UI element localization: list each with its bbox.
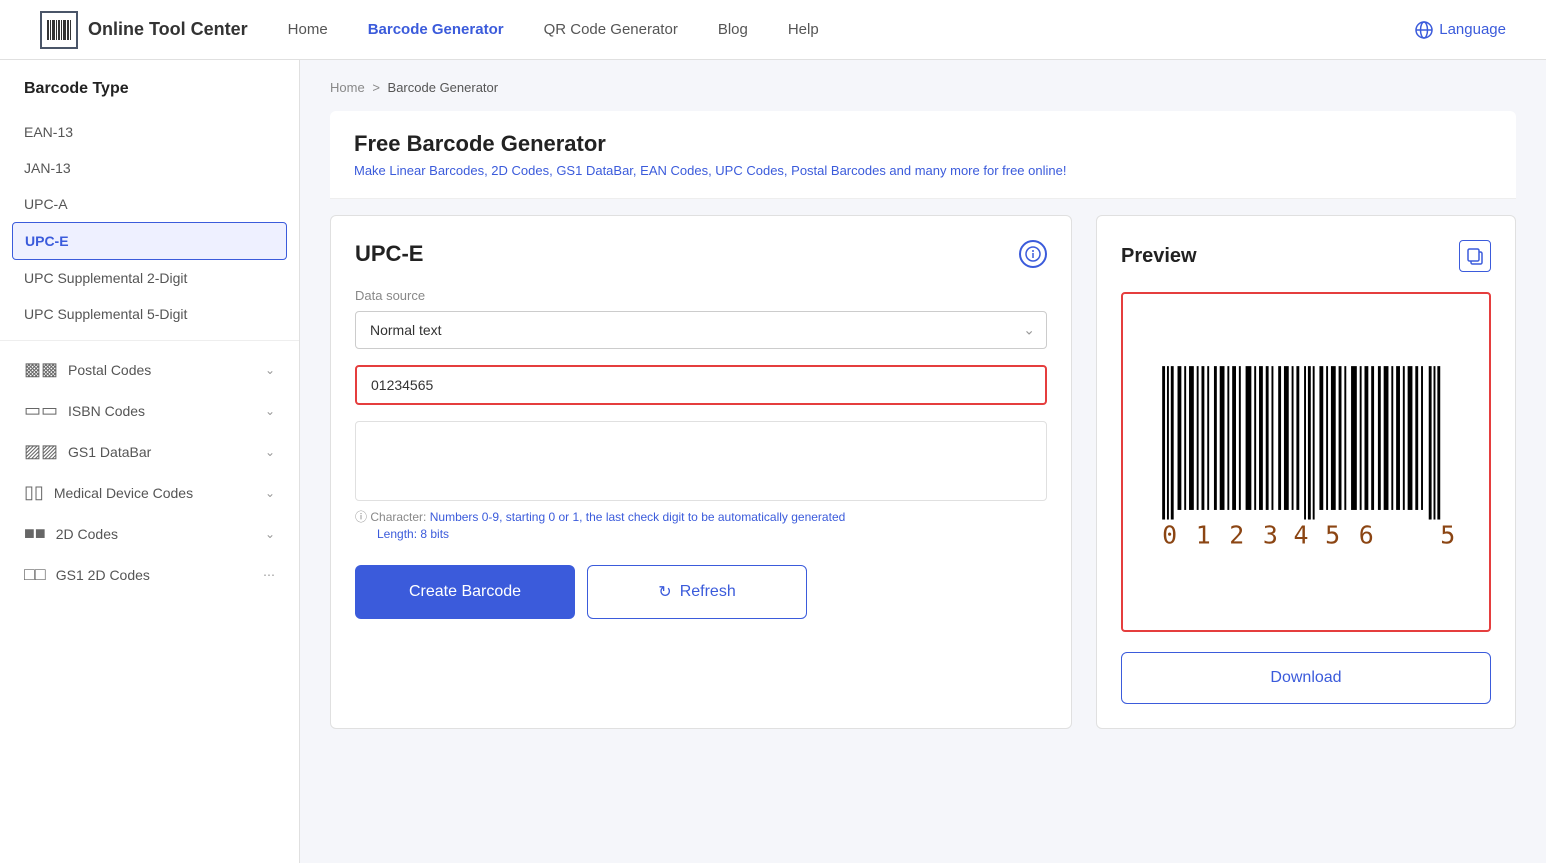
svg-text:6: 6 <box>1359 521 1374 550</box>
data-source-wrapper: Normal text CSV data Base64 ⌄ <box>355 311 1047 349</box>
refresh-icon: ↻ <box>658 582 671 602</box>
length-info: Length: 8 bits <box>355 527 1047 541</box>
char-info-value: Numbers 0-9, starting 0 or 1, the last c… <box>430 510 846 524</box>
svg-text:0: 0 <box>1162 521 1177 550</box>
sidebar-title: Barcode Type <box>0 80 299 114</box>
chevron-down-icon-gs1: ⌄ <box>265 445 275 459</box>
breadcrumb-separator: > <box>372 80 380 95</box>
chevron-down-icon: ⌄ <box>265 363 275 377</box>
generator-panel-title: UPC-E <box>355 240 1047 268</box>
sidebar-item-postal[interactable]: ▩▩ Postal Codes ⌄ <box>0 349 299 390</box>
sidebar-item-ean13[interactable]: EAN-13 <box>0 114 299 150</box>
sidebar-item-gs1[interactable]: ▨▨ GS1 DataBar ⌄ <box>0 431 299 472</box>
logo-icon <box>40 11 78 49</box>
2d-icon: ■■ <box>24 523 46 544</box>
sidebar: Barcode Type EAN-13 JAN-13 UPC-A UPC-E U… <box>0 60 300 863</box>
barcode-preview: 0 1 2 3 4 5 6 5 <box>1121 292 1491 632</box>
language-label: Language <box>1439 21 1506 38</box>
sidebar-item-upc-supp5[interactable]: UPC Supplemental 5-Digit <box>0 296 299 332</box>
sidebar-item-upce[interactable]: UPC-E <box>12 222 287 260</box>
char-info-icon: ⓘ <box>355 510 367 524</box>
breadcrumb: Home > Barcode Generator <box>330 80 1516 95</box>
logo[interactable]: Online Tool Center <box>40 11 248 49</box>
main-nav: Home Barcode Generator QR Code Generator… <box>288 21 1506 39</box>
nav-help[interactable]: Help <box>788 21 819 38</box>
info-icon[interactable] <box>1019 240 1047 268</box>
language-selector[interactable]: Language <box>1415 21 1506 39</box>
download-button[interactable]: Download <box>1121 652 1491 704</box>
isbn-icon: ▭▭ <box>24 400 58 421</box>
char-info: ⓘ Character: Numbers 0-9, starting 0 or … <box>355 508 1047 541</box>
sidebar-divider-1 <box>0 340 299 341</box>
chevron-down-icon-medical: ⌄ <box>265 486 275 500</box>
generator-layout: UPC-E Data source Normal text CSV data <box>330 215 1516 729</box>
data-source-label: Data source <box>355 288 1047 303</box>
page-title: Free Barcode Generator <box>354 131 1492 157</box>
generator-panel: UPC-E Data source Normal text CSV data <box>330 215 1072 729</box>
sidebar-item-medical[interactable]: ▯▯ Medical Device Codes ⌄ <box>0 472 299 513</box>
action-row: Create Barcode ↻ Refresh <box>355 565 1047 619</box>
postal-icon: ▩▩ <box>24 359 58 380</box>
char-info-label: Character: <box>370 510 426 524</box>
breadcrumb-current: Barcode Generator <box>388 80 499 95</box>
logo-text: Online Tool Center <box>88 19 248 40</box>
nav-blog[interactable]: Blog <box>718 21 748 38</box>
data-source-select[interactable]: Normal text CSV data Base64 <box>355 311 1047 349</box>
copy-icon-button[interactable] <box>1459 240 1491 272</box>
svg-text:5: 5 <box>1440 521 1455 550</box>
sidebar-item-2d[interactable]: ■■ 2D Codes ⌄ <box>0 513 299 554</box>
barcode-image: 0 1 2 3 4 5 6 5 <box>1143 332 1469 592</box>
sidebar-item-isbn[interactable]: ▭▭ ISBN Codes ⌄ <box>0 390 299 431</box>
preview-panel: Preview <box>1096 215 1516 729</box>
chevron-down-icon-gs1-2d: ⋯ <box>263 568 275 582</box>
sidebar-item-gs1-2d[interactable]: □□ GS1 2D Codes ⋯ <box>0 554 299 595</box>
refresh-button[interactable]: ↻ Refresh <box>587 565 807 619</box>
page-layout: Barcode Type EAN-13 JAN-13 UPC-A UPC-E U… <box>0 60 1546 863</box>
svg-text:1: 1 <box>1196 521 1211 550</box>
main-content: Home > Barcode Generator Free Barcode Ge… <box>300 60 1546 863</box>
create-barcode-button[interactable]: Create Barcode <box>355 565 575 619</box>
svg-text:5: 5 <box>1325 521 1340 550</box>
header: Online Tool Center Home Barcode Generato… <box>0 0 1546 60</box>
sidebar-item-jan13[interactable]: JAN-13 <box>0 150 299 186</box>
preview-title: Preview <box>1121 245 1197 268</box>
chevron-down-icon-2d: ⌄ <box>265 527 275 541</box>
gs1-icon: ▨▨ <box>24 441 58 462</box>
svg-text:4: 4 <box>1294 521 1309 550</box>
content-header: Free Barcode Generator Make Linear Barco… <box>330 111 1516 199</box>
preview-header: Preview <box>1121 240 1491 272</box>
chevron-down-icon-isbn: ⌄ <box>265 404 275 418</box>
breadcrumb-home[interactable]: Home <box>330 80 365 95</box>
page-subtitle: Make Linear Barcodes, 2D Codes, GS1 Data… <box>354 163 1492 178</box>
svg-text:2: 2 <box>1229 521 1244 550</box>
medical-icon: ▯▯ <box>24 482 44 503</box>
sidebar-item-upca[interactable]: UPC-A <box>0 186 299 222</box>
sidebar-item-upc-supp2[interactable]: UPC Supplemental 2-Digit <box>0 260 299 296</box>
nav-home[interactable]: Home <box>288 21 328 38</box>
gs1-2d-icon: □□ <box>24 564 46 585</box>
barcode-input[interactable] <box>357 367 1045 403</box>
textarea-wrapper <box>355 421 1047 508</box>
barcode-textarea[interactable] <box>355 421 1047 501</box>
nav-qr-code[interactable]: QR Code Generator <box>544 21 678 38</box>
barcode-input-wrapper <box>355 365 1047 405</box>
nav-barcode-generator[interactable]: Barcode Generator <box>368 21 504 38</box>
svg-text:3: 3 <box>1263 521 1278 550</box>
